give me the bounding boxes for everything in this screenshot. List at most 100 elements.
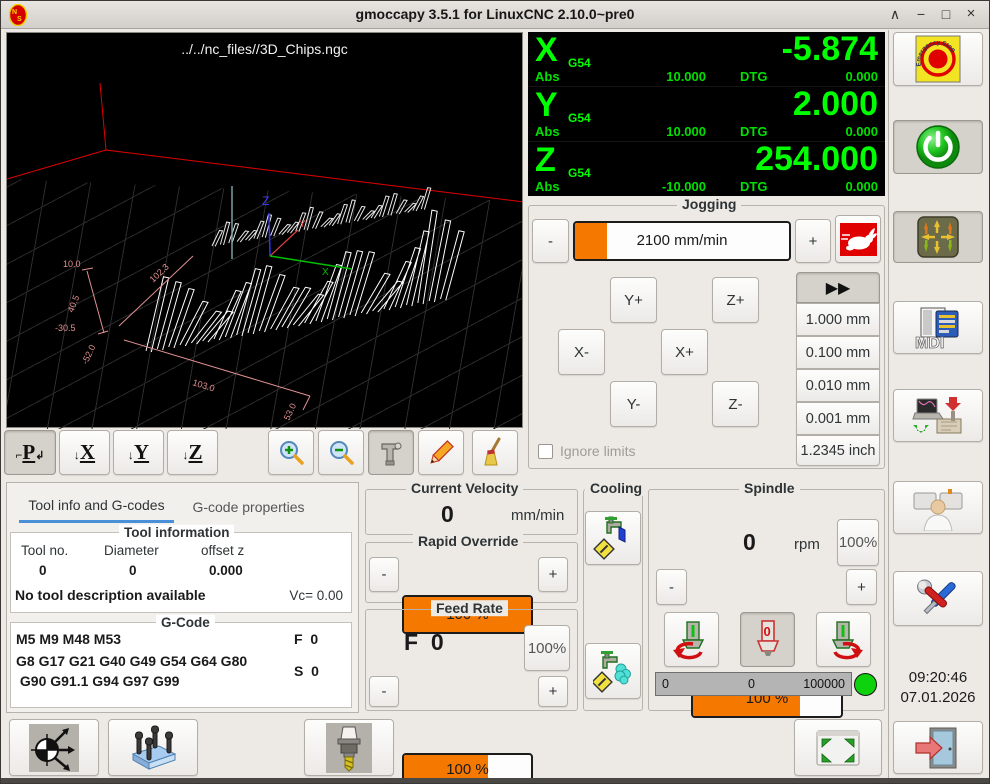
jog-increment-0001mm-button[interactable]: 0.001 mm (796, 402, 880, 435)
shade-button[interactable]: ∧ (885, 4, 905, 24)
z-axis-label: Z (262, 194, 269, 208)
jog-speed-decrease-button[interactable]: - (532, 219, 569, 263)
spindle-rpm-value: 0 (743, 529, 756, 556)
feed-rate-value: 100 % (404, 761, 531, 778)
machine-power-button[interactable] (893, 120, 983, 174)
spindle-increase-button[interactable]: + (846, 569, 877, 605)
preview-scene: Z Y X 10.0 40.5 -30.5 -52.0 102.3 103.0 … (7, 33, 522, 427)
jog-y-plus-button[interactable]: Y+ (610, 277, 657, 323)
dro-panel: X G54 -5.874 Abs 10.000 DTG 0.000 Y G54 … (528, 32, 885, 196)
dim-upper: 102.3 (148, 262, 171, 285)
touch-off-icon (29, 724, 79, 772)
rapid-increase-button[interactable]: + (538, 557, 568, 592)
view-x-button[interactable]: ↓X (59, 430, 110, 475)
power-icon (914, 123, 962, 171)
jog-y-minus-label: Y- (627, 396, 641, 413)
plus-label: + (857, 579, 866, 596)
estop-icon: Emergency Stop (912, 35, 964, 83)
estop-button[interactable]: Emergency Stop (893, 32, 983, 86)
jog-z-minus-button[interactable]: Z- (712, 381, 759, 427)
feed-reset-button[interactable]: 100% (524, 625, 570, 671)
exit-button[interactable] (893, 721, 983, 774)
offset-z-header: offset z (201, 543, 244, 558)
fullscreen-button[interactable] (794, 719, 882, 776)
jog-increment-001mm-button[interactable]: 0.010 mm (796, 369, 880, 402)
clear-plot-button[interactable] (472, 430, 518, 475)
draw-path-button[interactable] (418, 430, 464, 475)
jogging-frame-label: Jogging (677, 196, 741, 212)
window-title: gmoccapy 3.5.1 for LinuxCNC 2.10.0~pre0 (1, 6, 989, 22)
user-tabs-button[interactable] (893, 481, 983, 534)
dim-z-bottom: -30.5 (55, 323, 76, 333)
jog-x-minus-button[interactable]: X- (558, 329, 605, 375)
tool-measure-button[interactable] (304, 719, 394, 776)
feed-rate-title: Feed Rate (431, 600, 508, 616)
active-gcodes-line2: G90 G91.1 G94 G97 G99 (16, 673, 179, 689)
jog-speed-increase-button[interactable]: + (795, 219, 831, 263)
maximize-button[interactable]: □ (936, 4, 956, 24)
toolholder-icon (326, 723, 372, 773)
spindle-decrease-button[interactable]: - (656, 569, 687, 605)
feed-reset-label: 100% (528, 640, 566, 657)
tab-gcode-properties[interactable]: G-code properties (186, 490, 311, 523)
dro-y-letter: Y (535, 87, 558, 123)
jog-y-minus-button[interactable]: Y- (610, 381, 657, 427)
mist-coolant-button[interactable] (585, 643, 641, 699)
manual-jog-icon (916, 215, 960, 259)
rapid-jog-toggle-button[interactable] (835, 215, 881, 263)
mdi-mode-button[interactable]: MDI (893, 301, 983, 354)
spindle-stop-icon: 0 (751, 619, 785, 661)
title-bar[interactable]: N S gmoccapy 3.5.1 for LinuxCNC 2.10.0~p… (1, 1, 989, 29)
gcode-frame-title: G-Code (156, 615, 215, 630)
gcode-preview[interactable]: ../../nc_files//3D_Chips.ngc Z Y X (6, 32, 523, 428)
view-perspective-button[interactable]: ⌐P↲ (4, 430, 56, 475)
feed-increase-button[interactable]: + (538, 676, 568, 707)
feed-value: F 0 (404, 629, 444, 656)
spindle-range-min: 0 (662, 677, 669, 691)
dim-left: -52.0 (80, 343, 98, 366)
jog-increment-inch-button[interactable]: 1.2345 inch (796, 435, 880, 466)
dro-axis-z[interactable]: Z G54 254.000 Abs -10.000 DTG 0.000 (528, 142, 885, 196)
view-z-button[interactable]: ↓Z (167, 430, 218, 475)
dro-x-abs-value: 10.000 (648, 69, 706, 84)
feed-decrease-button[interactable]: - (369, 676, 399, 707)
minus-label: - (382, 566, 387, 583)
view-y-button[interactable]: ↓Y (113, 430, 164, 475)
jog-increment-01mm-button[interactable]: 0.100 mm (796, 336, 880, 369)
auto-run-icon (911, 393, 965, 439)
jog-x-plus-button[interactable]: X+ (661, 329, 708, 375)
dro-axis-x[interactable]: X G54 -5.874 Abs 10.000 DTG 0.000 (528, 32, 885, 87)
ignore-limits-checkbox[interactable] (538, 444, 553, 459)
flood-coolant-button[interactable] (585, 511, 641, 565)
settings-button[interactable] (893, 571, 983, 626)
jog-increment-1mm-button[interactable]: 1.000 mm (796, 303, 880, 336)
dro-x-system: G54 (568, 56, 591, 70)
minus-label: - (382, 683, 387, 700)
zoom-out-button[interactable] (318, 430, 364, 475)
dro-axis-y[interactable]: Y G54 2.000 Abs 10.000 DTG 0.000 (528, 87, 885, 142)
manual-mode-button[interactable] (893, 211, 983, 263)
exit-door-icon (914, 725, 962, 771)
active-s-value: S 0 (294, 663, 319, 679)
tab-tool-info[interactable]: Tool info and G-codes (19, 490, 174, 523)
minimize-button[interactable]: − (911, 4, 931, 24)
clamp-icon (376, 438, 406, 468)
close-button[interactable]: × (961, 4, 981, 24)
dim-right: 53.0 (282, 402, 298, 422)
touch-plate-button[interactable] (108, 719, 198, 776)
spindle-ccw-button[interactable] (664, 612, 719, 667)
tool-no-value: 0 (39, 563, 47, 578)
spindle-reset-button[interactable]: 100% (837, 519, 879, 566)
jog-z-plus-button[interactable]: Z+ (712, 277, 759, 323)
zoom-in-button[interactable] (268, 430, 314, 475)
x-axis-line (270, 256, 352, 269)
jog-x-plus-label: X+ (675, 344, 694, 361)
touch-off-button[interactable] (9, 719, 99, 776)
rapid-decrease-button[interactable]: - (369, 557, 399, 592)
spindle-stop-button[interactable]: 0 (740, 612, 795, 667)
jog-speed-slider[interactable]: 2100 mm/min (573, 221, 791, 261)
jog-increment-continuous-button[interactable]: ▶▶ (796, 272, 880, 303)
dimensions-button[interactable] (368, 430, 414, 475)
auto-mode-button[interactable] (893, 389, 983, 442)
spindle-cw-button[interactable] (816, 612, 871, 667)
